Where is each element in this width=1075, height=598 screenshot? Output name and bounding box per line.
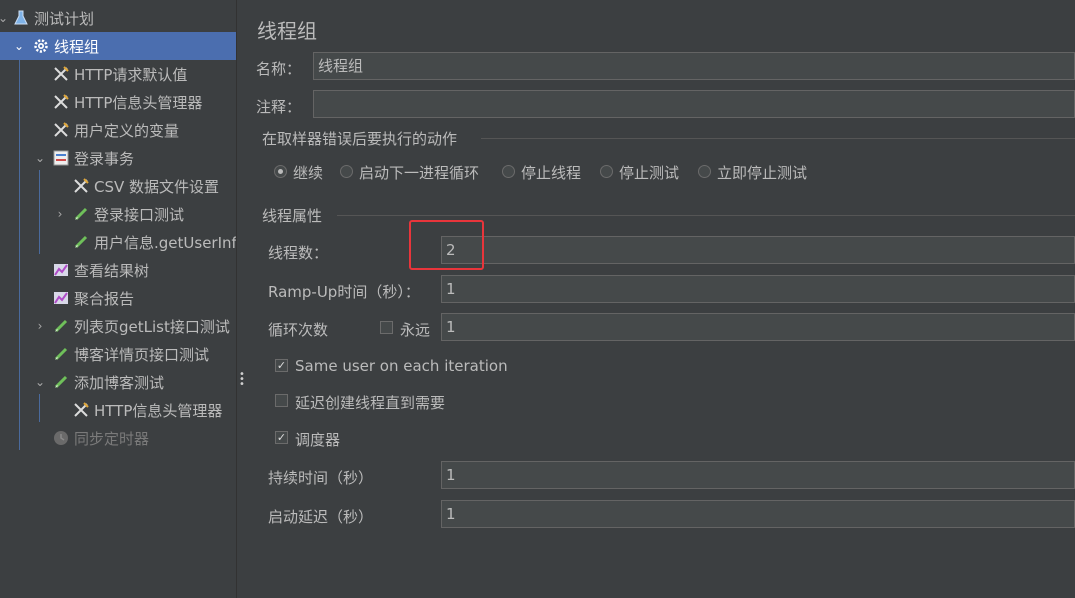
delay-thread-creation-checkbox[interactable] [275,394,288,407]
tree-item-login-transaction[interactable]: ⌄ 登录事务 [0,144,236,172]
threads-label: 线程数： [268,244,329,262]
name-label: 名称： [256,60,302,78]
chevron-right-icon[interactable]: › [34,319,46,333]
radio-stop-thread-label: 停止线程 [521,164,582,182]
tree-item-aggregate-report[interactable]: 聚合报告 [52,284,134,312]
tree-item-user-defined-variables[interactable]: 用户定义的变量 [52,116,179,144]
forever-checkbox[interactable] [380,321,393,334]
duration-input[interactable]: 1 [441,461,1075,489]
tree-item-blog-detail-api-test[interactable]: 博客详情页接口测试 [52,340,209,368]
grip-dots-icon: • • • [239,369,245,390]
startup-delay-input[interactable]: 1 [441,500,1075,528]
radio-start-next-loop-label: 启动下一进程循环 [359,164,480,182]
comment-input[interactable] [313,90,1075,118]
test-plan-tree: ⌄ 测试计划 ⌄ 线程组 HTTP请求默认值 HTTP信息头管理器 用户定义的变… [0,0,236,598]
loop-count-input[interactable]: 1 [441,313,1075,341]
chevron-down-icon[interactable]: ⌄ [34,375,46,389]
tools-icon [52,65,70,83]
tree-item-http-header-manager[interactable]: HTTP信息头管理器 [52,88,202,116]
sampler-pen-icon [52,317,70,335]
thread-group-panel: 线程组 名称： 线程组 注释： 在取样器错误后要执行的动作 继续 启动下一进程循… [245,0,1075,598]
timer-icon [52,429,70,447]
duration-label: 持续时间（秒） [268,469,374,487]
tree-item-csv-data-set[interactable]: CSV 数据文件设置 [72,172,219,200]
chevron-right-icon[interactable]: › [54,207,66,221]
tree-item-view-results-tree[interactable]: 查看结果树 [52,256,149,284]
scheduler-checkbox[interactable]: ✓ [275,431,288,444]
chevron-down-icon[interactable]: ⌄ [34,151,46,165]
tree-guide-line [39,394,40,422]
gear-icon [32,37,50,55]
tree-item-thread-group[interactable]: ⌄ 线程组 [0,32,236,60]
highlight-box [409,220,484,270]
name-input[interactable]: 线程组 [313,52,1075,80]
delay-thread-creation-label: 延迟创建线程直到需要 [295,394,446,412]
radio-stop-test-now[interactable] [698,165,711,178]
tools-icon [52,93,70,111]
same-user-checkbox[interactable]: ✓ [275,359,288,372]
rampup-label: Ramp-Up时间（秒）： [268,283,420,301]
radio-stop-test-label: 停止测试 [619,164,680,182]
section-divider [337,215,1075,216]
threads-input[interactable]: 2 [441,236,1075,264]
transaction-controller-icon [52,149,70,167]
listener-chart-icon [52,289,70,307]
same-user-label: Same user on each iteration [295,357,508,375]
tools-icon [72,177,90,195]
sampler-pen-icon [52,345,70,363]
sampler-pen-icon [72,233,90,251]
listener-chart-icon [52,261,70,279]
tree-item-add-blog-test[interactable]: ⌄ 添加博客测试 [0,368,236,396]
tools-icon [52,121,70,139]
radio-start-next-loop[interactable] [340,165,353,178]
tree-item-http-request-defaults[interactable]: HTTP请求默认值 [52,60,187,88]
tools-icon [72,401,90,419]
page-title: 线程组 [257,19,317,43]
error-action-section-title: 在取样器错误后要执行的动作 [262,130,458,148]
thread-properties-section-title: 线程属性 [262,207,323,225]
forever-label: 永远 [400,321,431,339]
tree-item-http-header-manager-child[interactable]: HTTP信息头管理器 [72,396,222,424]
tree-item-login-api-test[interactable]: › 登录接口测试 [0,200,236,228]
tree-item-test-plan[interactable]: ⌄ 测试计划 [0,4,236,32]
startup-delay-label: 启动延迟（秒） [268,508,374,526]
tree-item-get-user-info[interactable]: 用户信息.getUserInfo [72,228,236,256]
radio-continue[interactable] [274,165,287,178]
radio-continue-label: 继续 [293,164,324,182]
chevron-down-icon[interactable]: ⌄ [13,39,25,53]
radio-stop-thread[interactable] [502,165,515,178]
radio-stop-test[interactable] [600,165,613,178]
radio-stop-test-now-label: 立即停止测试 [717,164,808,182]
sampler-pen-icon [72,205,90,223]
tree-item-sync-timer[interactable]: 同步定时器 [52,424,149,452]
flask-icon [12,9,30,27]
scheduler-label: 调度器 [295,431,341,449]
chevron-down-icon[interactable]: ⌄ [0,11,9,25]
sampler-pen-icon [52,373,70,391]
comment-label: 注释： [256,98,302,116]
loop-count-label: 循环次数 [268,321,329,339]
splitter-handle[interactable]: • • • [236,0,245,598]
section-divider [481,138,1075,139]
tree-item-getlist-api-test[interactable]: › 列表页getList接口测试 [0,312,236,340]
rampup-input[interactable]: 1 [441,275,1075,303]
